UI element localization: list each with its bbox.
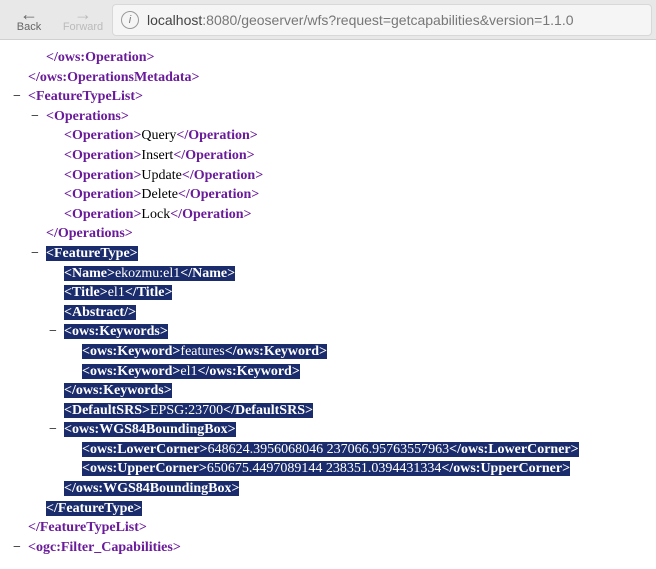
fold-toggle[interactable]: −	[28, 244, 42, 264]
back-label: Back	[17, 21, 41, 33]
xml-line[interactable]: <Operation>Insert</Operation>	[6, 146, 650, 166]
fold-toggle[interactable]: −	[10, 538, 24, 558]
xml-line[interactable]: </ows:Keywords>	[6, 381, 650, 401]
xml-line[interactable]: </FeatureType>	[6, 499, 650, 519]
browser-toolbar: ← Back → Forward i localhost:8080/geoser…	[0, 0, 656, 40]
xml-line[interactable]: <ows:UpperCorner>650675.4497089144 23835…	[6, 459, 650, 479]
url-path: :8080/geoserver/wfs?request=getcapabilit…	[202, 12, 573, 28]
fold-toggle[interactable]: −	[28, 107, 42, 127]
forward-label: Forward	[63, 21, 103, 33]
xml-line[interactable]: <Operation>Delete</Operation>	[6, 185, 650, 205]
xml-viewer: </ows:Operation> </ows:OperationsMetadat…	[0, 40, 656, 565]
xml-line[interactable]: −<FeatureTypeList>	[6, 87, 650, 107]
xml-line[interactable]: </ows:OperationsMetadata>	[6, 68, 650, 88]
fold-toggle[interactable]: −	[10, 87, 24, 107]
xml-line[interactable]: </ows:Operation>	[6, 48, 650, 68]
fold-toggle[interactable]: −	[46, 322, 60, 342]
xml-line[interactable]: <Operation>Query</Operation>	[6, 126, 650, 146]
xml-line[interactable]: <DefaultSRS>EPSG:23700</DefaultSRS>	[6, 401, 650, 421]
arrow-left-icon: ←	[20, 7, 38, 21]
xml-line[interactable]: −<ogc:Filter_Capabilities>	[6, 538, 650, 558]
xml-line[interactable]: <ows:Keyword>features</ows:Keyword>	[6, 342, 650, 362]
xml-line[interactable]: </ows:WGS84BoundingBox>	[6, 479, 650, 499]
xml-line[interactable]: <ows:LowerCorner>648624.3956068046 23706…	[6, 440, 650, 460]
xml-line[interactable]: <Name>ekozmu:el1</Name>	[6, 264, 650, 284]
xml-line[interactable]: <Operation>Update</Operation>	[6, 166, 650, 186]
xml-line[interactable]: <Operation>Lock</Operation>	[6, 205, 650, 225]
xml-line[interactable]: −<FeatureType>	[6, 244, 650, 264]
url-bar[interactable]: i localhost:8080/geoserver/wfs?request=g…	[112, 4, 652, 36]
forward-button: → Forward	[58, 1, 108, 39]
xml-line[interactable]: −<ows:Keywords>	[6, 322, 650, 342]
xml-line[interactable]: <Abstract/>	[6, 303, 650, 323]
arrow-right-icon: →	[74, 7, 92, 21]
url-host: localhost	[147, 12, 202, 28]
xml-line[interactable]: </FeatureTypeList>	[6, 518, 650, 538]
xml-line[interactable]: −<ows:WGS84BoundingBox>	[6, 420, 650, 440]
xml-line[interactable]: </Operations>	[6, 224, 650, 244]
xml-line[interactable]: <ows:Keyword>el1</ows:Keyword>	[6, 362, 650, 382]
info-icon[interactable]: i	[121, 11, 139, 29]
back-button[interactable]: ← Back	[4, 1, 54, 39]
fold-toggle[interactable]: −	[46, 420, 60, 440]
xml-line[interactable]: −<Operations>	[6, 107, 650, 127]
xml-line[interactable]: <Title>el1</Title>	[6, 283, 650, 303]
